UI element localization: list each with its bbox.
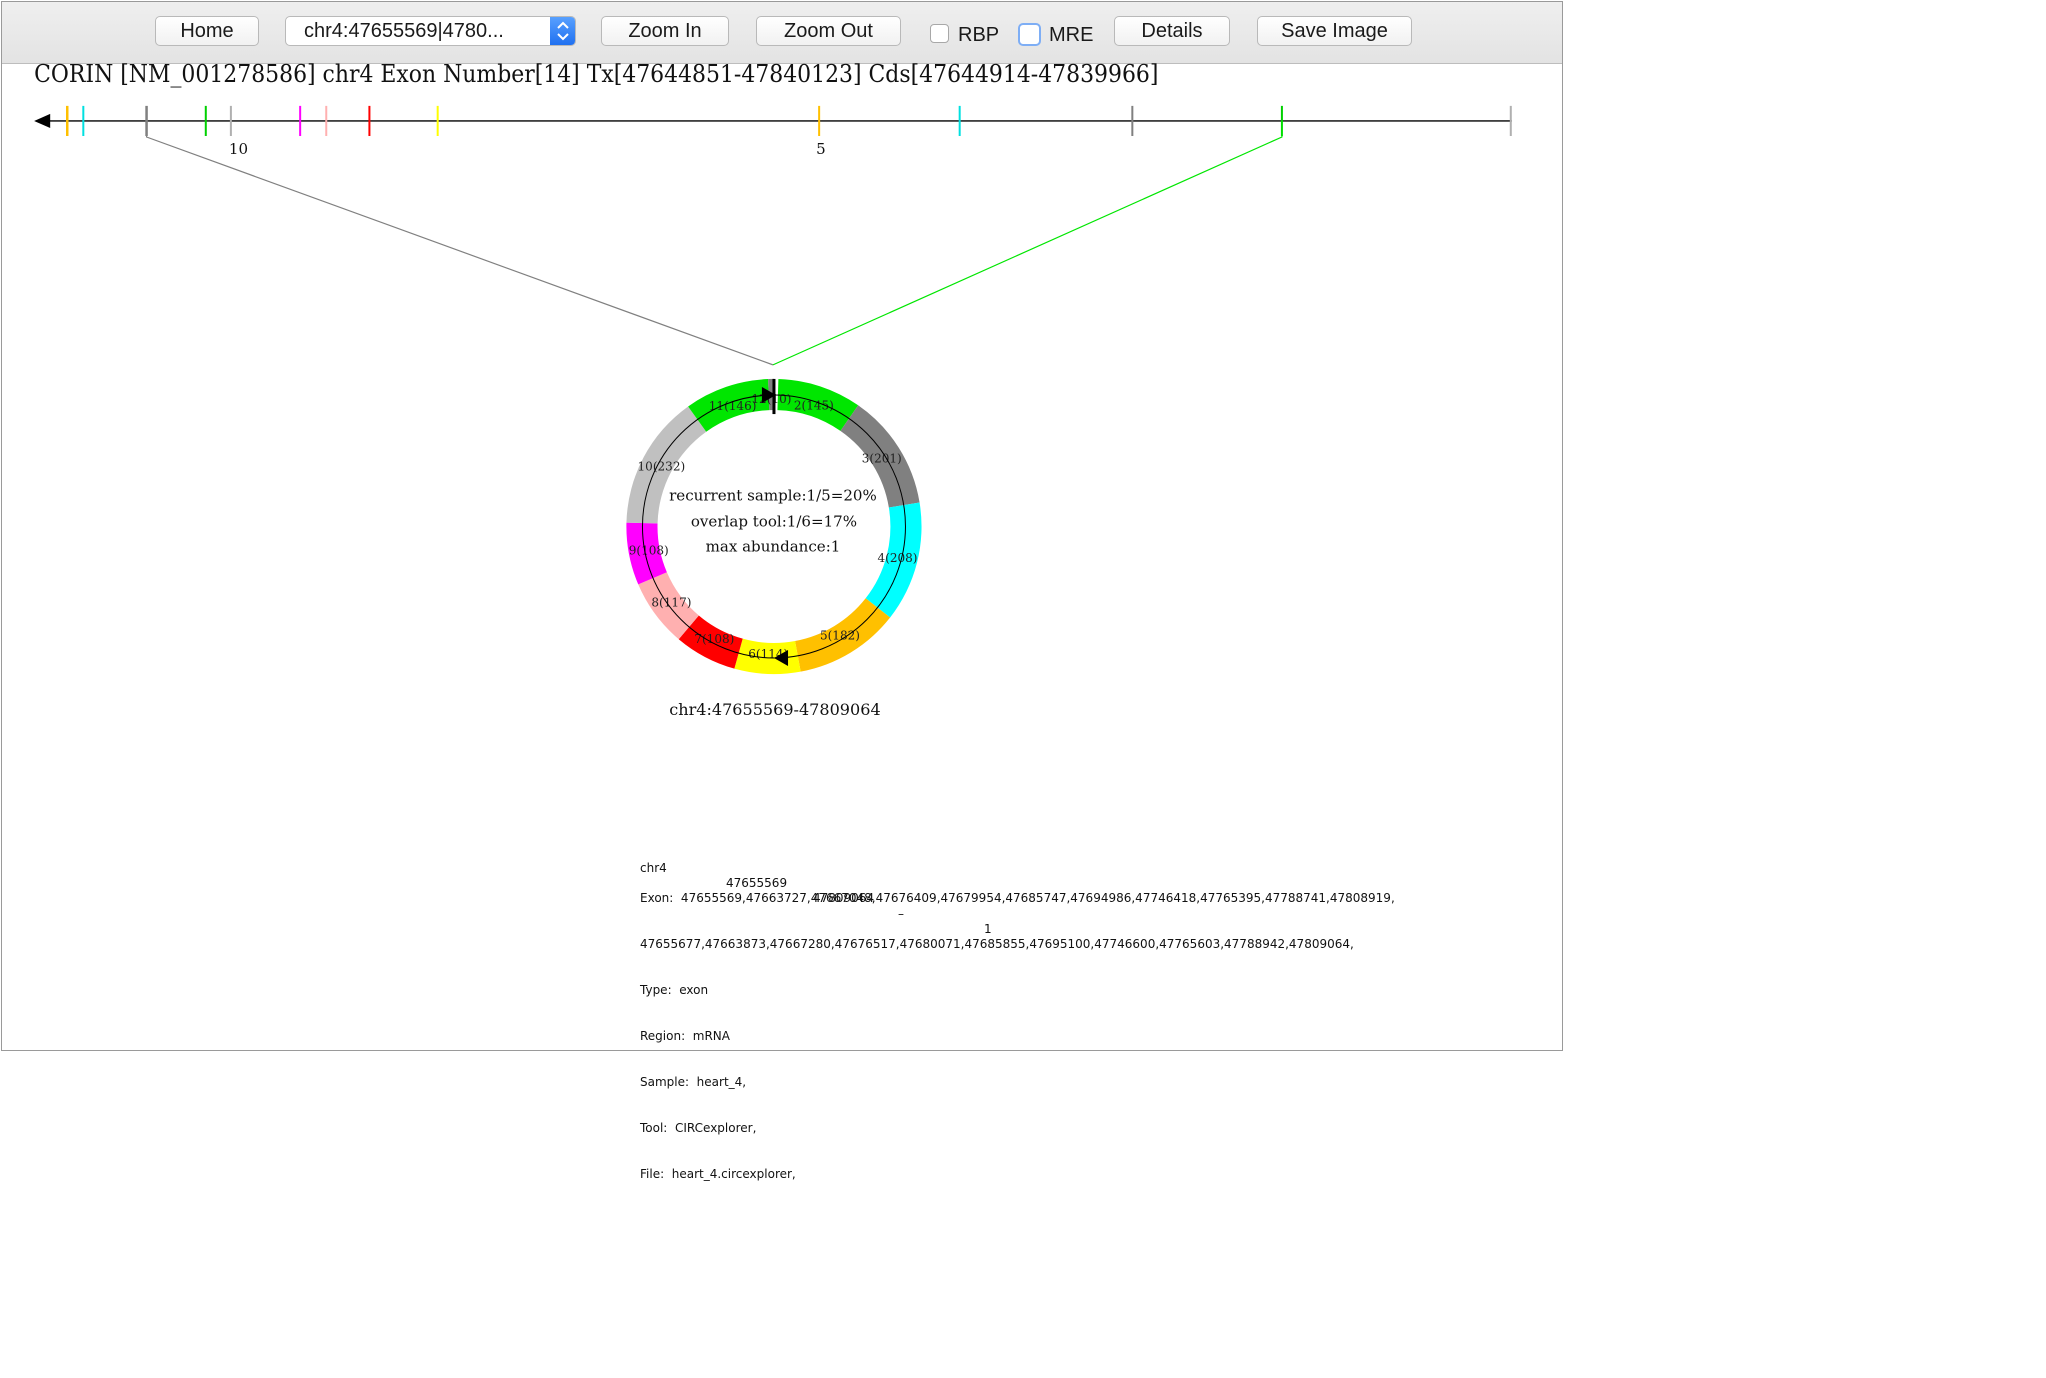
circrna-coordinates: chr4:47655569-47809064	[669, 700, 880, 719]
details-chr: chr4	[640, 860, 667, 875]
details-end: 47809064	[813, 891, 875, 906]
overlap-tool-text: overlap tool:1/6=17%	[691, 512, 857, 530]
details-start: 47655569	[726, 876, 788, 891]
details-exon-starts: Exon: 47655569,47663727,47667048,4767640…	[640, 891, 1395, 906]
exon-number-label: 5	[816, 140, 826, 158]
details-exon-ends: 47655677,47663873,47667280,47676517,4768…	[640, 937, 1354, 952]
exon-number-label: 10	[229, 140, 248, 158]
details-strand: –	[898, 906, 904, 921]
zoom-connector-right	[772, 120, 1283, 366]
circrna-details: chr4 47655569 47809064 – 1 Exon: 4765556…	[640, 815, 1395, 1197]
exon-segment-label: 8(117)	[651, 595, 691, 609]
details-tool: Tool: CIRCexplorer,	[640, 1120, 757, 1135]
strand-arrow-icon	[34, 113, 51, 128]
recurrent-sample-text: recurrent sample:1/5=20%	[669, 486, 877, 504]
gene-title: CORIN [NM_001278586] chr4 Exon Number[14…	[34, 60, 1158, 88]
details-sample: Sample: heart_4,	[640, 1075, 747, 1090]
max-abundance-text: max abundance:1	[706, 538, 841, 556]
exon-segment-label: 2(145)	[794, 398, 834, 412]
details-region: Region: mRNA	[640, 1029, 730, 1044]
exon-segment-label: 9(108)	[629, 543, 669, 557]
exon-segment-label: 10(232)	[638, 460, 686, 474]
details-count: 1	[984, 922, 992, 937]
details-type: Type: exon	[640, 983, 709, 998]
exon-segment-label: 4(208)	[877, 551, 917, 565]
gene-track: 10 5	[34, 105, 1512, 158]
details-header-row: chr4 47655569 47809064 – 1	[640, 846, 1395, 936]
exon-segment-label: 11(146)	[709, 399, 757, 413]
exon-segment-label: 3(201)	[862, 451, 902, 465]
details-file: File: heart_4.circexplorer,	[640, 1166, 796, 1181]
